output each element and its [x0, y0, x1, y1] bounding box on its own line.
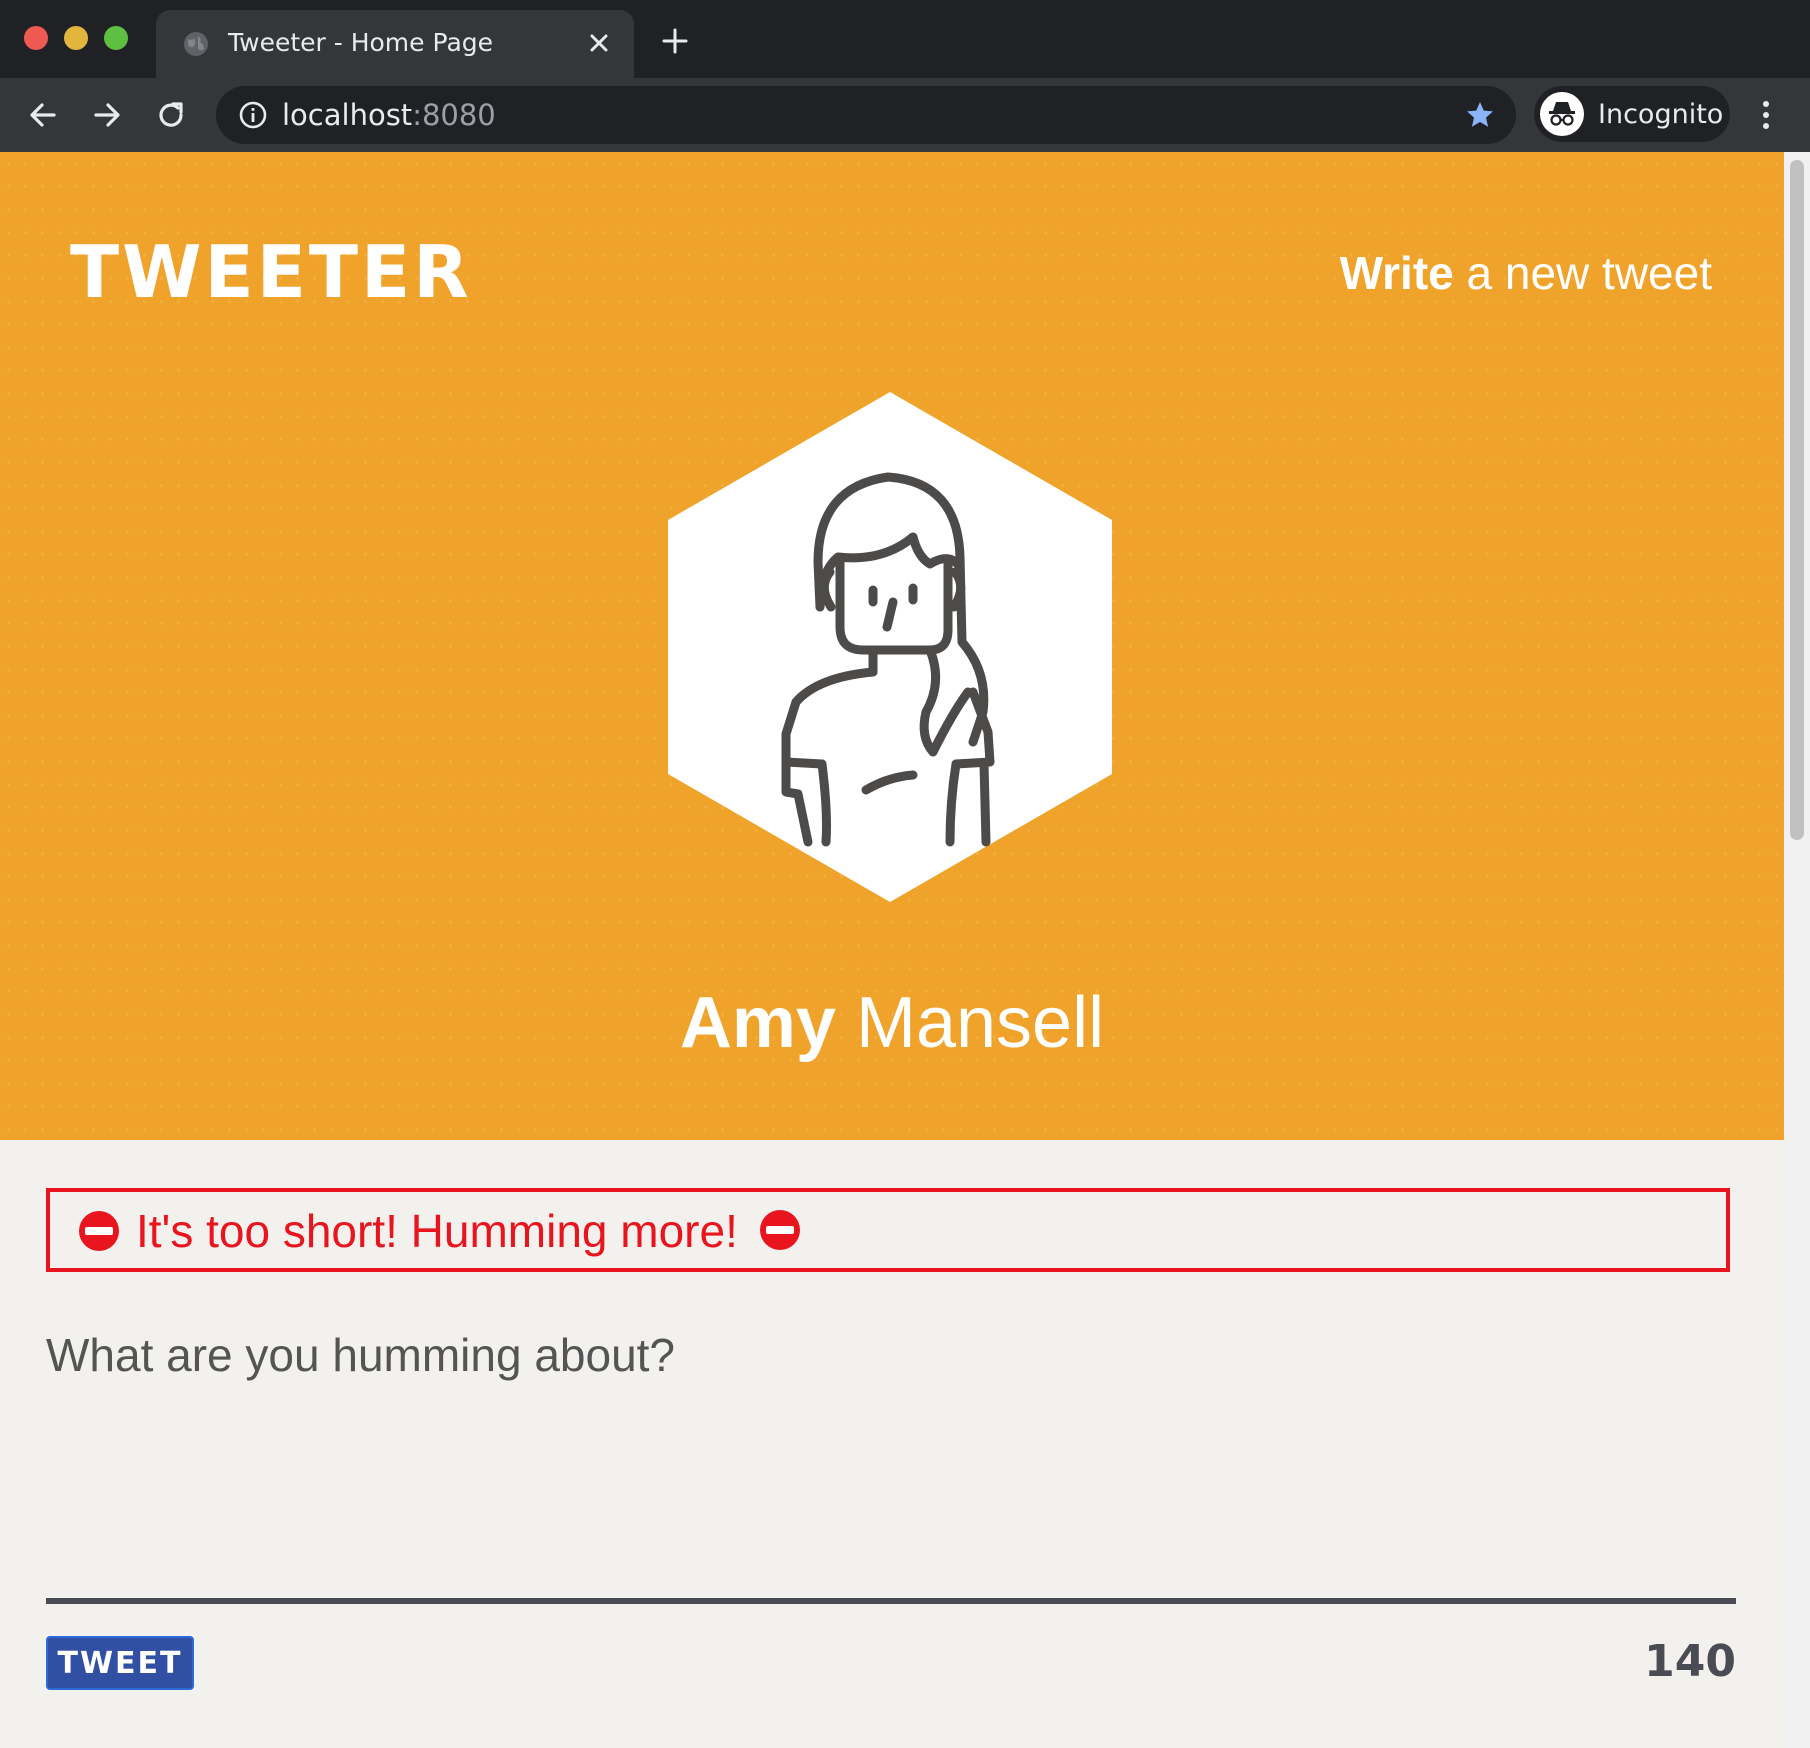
character-counter: 140 [1644, 1636, 1736, 1687]
error-message-box: It's too short! Humming more! [46, 1188, 1730, 1272]
browser-tab[interactable]: Tweeter - Home Page [156, 10, 634, 78]
window-close-button[interactable] [24, 26, 48, 50]
write-rest: a new tweet [1453, 247, 1713, 299]
address-bar[interactable]: localhost:8080 [216, 86, 1516, 144]
profile-header: TWEETER Write a new tweet Amy Mansell [0, 152, 1784, 1140]
write-new-tweet-link[interactable]: Write a new tweet [1340, 246, 1712, 300]
arrow-left-icon[interactable] [26, 98, 60, 132]
scrollbar-thumb[interactable] [1790, 160, 1804, 840]
arrow-right-icon[interactable] [90, 98, 124, 132]
star-icon[interactable] [1464, 99, 1496, 131]
reload-icon[interactable] [154, 98, 188, 132]
tweet-button[interactable]: TWEET [46, 1636, 194, 1690]
write-bold: Write [1339, 247, 1454, 299]
window-minimize-button[interactable] [64, 26, 88, 50]
site-logo[interactable]: TWEETER [70, 230, 472, 314]
compose-divider [46, 1598, 1736, 1604]
error-message: It's too short! Humming more! [136, 1204, 801, 1258]
browser-titlebar: Tweeter - Home Page [0, 0, 1810, 78]
error-text: It's too short! Humming more! [136, 1205, 738, 1257]
incognito-icon [1549, 102, 1575, 126]
user-name: Amy Mansell [0, 982, 1784, 1064]
url-port: :8080 [412, 98, 496, 132]
window-zoom-button[interactable] [104, 26, 128, 50]
user-avatar [668, 392, 1112, 902]
kebab-menu-icon[interactable] [1756, 98, 1776, 132]
info-icon[interactable] [238, 100, 268, 130]
plus-icon[interactable] [660, 26, 690, 56]
url-host: localhost [282, 98, 413, 132]
user-last-name: Mansell [835, 983, 1105, 1063]
close-icon[interactable] [584, 28, 614, 58]
url-text[interactable]: localhost:8080 [282, 98, 496, 132]
browser-toolbar: localhost:8080 Incognito [0, 78, 1810, 152]
incognito-profile-button[interactable]: Incognito [1534, 86, 1730, 142]
no-entry-icon [759, 1210, 800, 1250]
tab-title: Tweeter - Home Page [228, 28, 494, 57]
incognito-label: Incognito [1598, 99, 1724, 130]
globe-icon [184, 32, 208, 56]
tweet-input[interactable] [46, 1328, 1736, 1528]
user-first-name: Amy [679, 983, 836, 1063]
no-entry-icon [79, 1211, 119, 1251]
page-scrollbar[interactable] [1784, 152, 1810, 1748]
avatar [1540, 92, 1584, 136]
page-viewport: TWEETER Write a new tweet Amy Mansell It… [0, 152, 1784, 1748]
